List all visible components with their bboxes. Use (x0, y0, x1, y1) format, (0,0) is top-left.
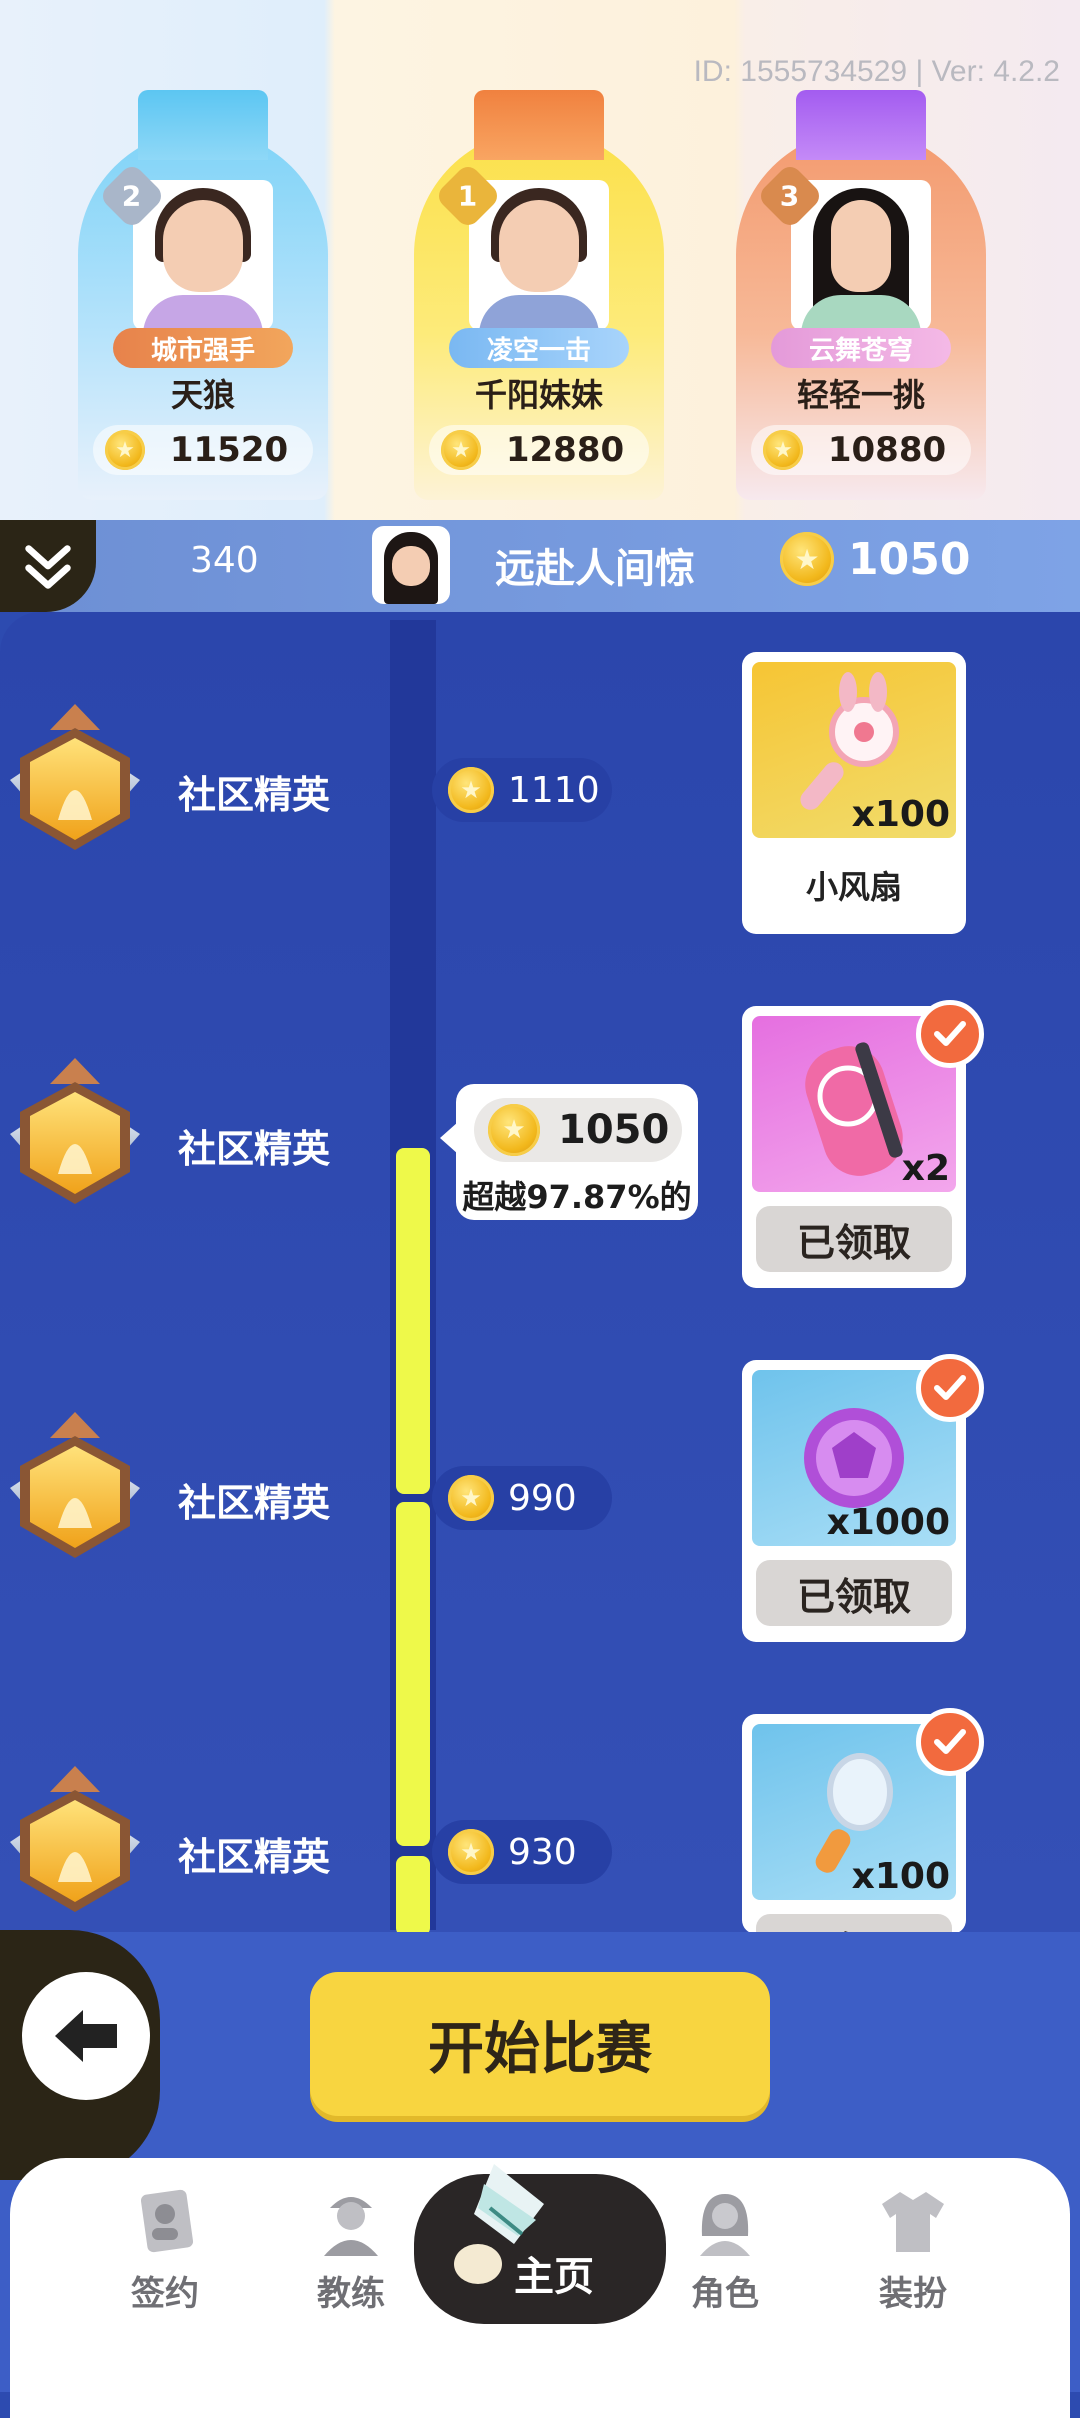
coin-medal-icon: ★ (448, 1475, 494, 1521)
score-pill: ★ 11520 (93, 425, 313, 475)
score-pill: ★ 10880 (751, 425, 971, 475)
reward-quantity: x2 (901, 1148, 950, 1189)
checkmark-icon (916, 1000, 984, 1068)
arrow-left-icon (55, 2010, 117, 2062)
tier-label: 社区精英 (178, 773, 331, 817)
coin-medal-icon: ★ (441, 430, 481, 470)
reward-card[interactable]: x100 小风扇 (742, 652, 966, 934)
tier-threshold: ★ 930 (432, 1820, 612, 1884)
tab-home[interactable]: 主页 (414, 2164, 666, 2324)
coin-medal-icon: ★ (448, 767, 494, 813)
tier-label: 社区精英 (178, 1127, 331, 1171)
my-rank-count: 340 (190, 540, 259, 581)
coin-medal-icon: ★ (780, 532, 834, 586)
claimed-button[interactable]: 已领取 (756, 1206, 952, 1272)
back-button[interactable] (22, 1972, 150, 2100)
tier-threshold: ★ 990 (432, 1466, 612, 1530)
tier-label: 社区精英 (178, 1481, 331, 1525)
player-name: 轻轻一挑 (796, 376, 925, 414)
tab-coach[interactable]: 教练 (276, 2186, 426, 2315)
reward-quantity: x1000 (826, 1502, 950, 1543)
my-avatar[interactable] (372, 526, 450, 604)
progress-fill-segment (396, 1856, 430, 1936)
start-match-button[interactable]: 开始比赛 (310, 1972, 770, 2116)
tab-contract[interactable]: 签约 (90, 2186, 240, 2315)
score-pill: ★ 12880 (429, 425, 649, 475)
ribbon-decoration (138, 90, 268, 160)
ribbon-decoration (796, 90, 926, 160)
progress-fill-segment (396, 1502, 430, 1846)
ribbon-decoration (474, 90, 604, 160)
checkmark-icon (916, 1354, 984, 1422)
current-score-bubble: ★ 1050 超越97.87%的 (456, 1084, 698, 1220)
progress-fill-segment (396, 1148, 430, 1494)
coin-medal-icon: ★ (488, 1104, 540, 1156)
reward-quantity: x100 (851, 794, 950, 835)
my-name: 远赴人间惊 (495, 546, 695, 592)
player-name: 千阳妹妹 (474, 376, 603, 414)
character-icon (700, 2194, 750, 2256)
reward-name: 小风扇 (805, 868, 902, 906)
tier-threshold: ★ 1110 (432, 758, 612, 822)
title-badge: 城市强手 (113, 328, 293, 368)
podium-card-rank-1[interactable]: 1 凌空一击 千阳妹妹 ★ 12880 (414, 90, 664, 500)
coin-medal-icon: ★ (763, 430, 803, 470)
double-chevron-down-icon (25, 545, 71, 589)
checkmark-icon (916, 1708, 984, 1776)
outfit-icon (882, 2192, 944, 2252)
tier-medal-icon (10, 1412, 140, 1558)
claimed-button[interactable]: 已领取 (756, 1560, 952, 1626)
my-score: 1050 (848, 534, 971, 585)
coach-icon (324, 2197, 378, 2256)
percentile-text: 超越97.87%的 (462, 1178, 692, 1216)
version-label: ID: 1555734529 | Ver: 4.2.2 (693, 55, 1060, 88)
podium-card-rank-3[interactable]: 3 云舞苍穹 轻轻一挑 ★ 10880 (736, 90, 986, 500)
title-badge: 云舞苍穹 (771, 328, 951, 368)
tier-medal-icon (10, 1058, 140, 1204)
contract-card-icon (140, 2189, 194, 2253)
podium-card-rank-2[interactable]: 2 城市强手 天狼 ★ 11520 (78, 90, 328, 500)
coin-medal-icon: ★ (448, 1829, 494, 1875)
tab-outfit[interactable]: 装扮 (838, 2186, 988, 2315)
player-name: 天狼 (170, 376, 235, 414)
coin-medal-icon: ★ (105, 430, 145, 470)
claimed-button[interactable]: 已领取 (756, 1914, 952, 1934)
tier-label: 社区精英 (178, 1835, 331, 1879)
reward-quantity: x100 (851, 1856, 950, 1897)
tier-medal-icon (10, 704, 140, 850)
tier-medal-icon (10, 1766, 140, 1912)
title-badge: 凌空一击 (449, 328, 629, 368)
tab-character[interactable]: 角色 (650, 2186, 800, 2315)
